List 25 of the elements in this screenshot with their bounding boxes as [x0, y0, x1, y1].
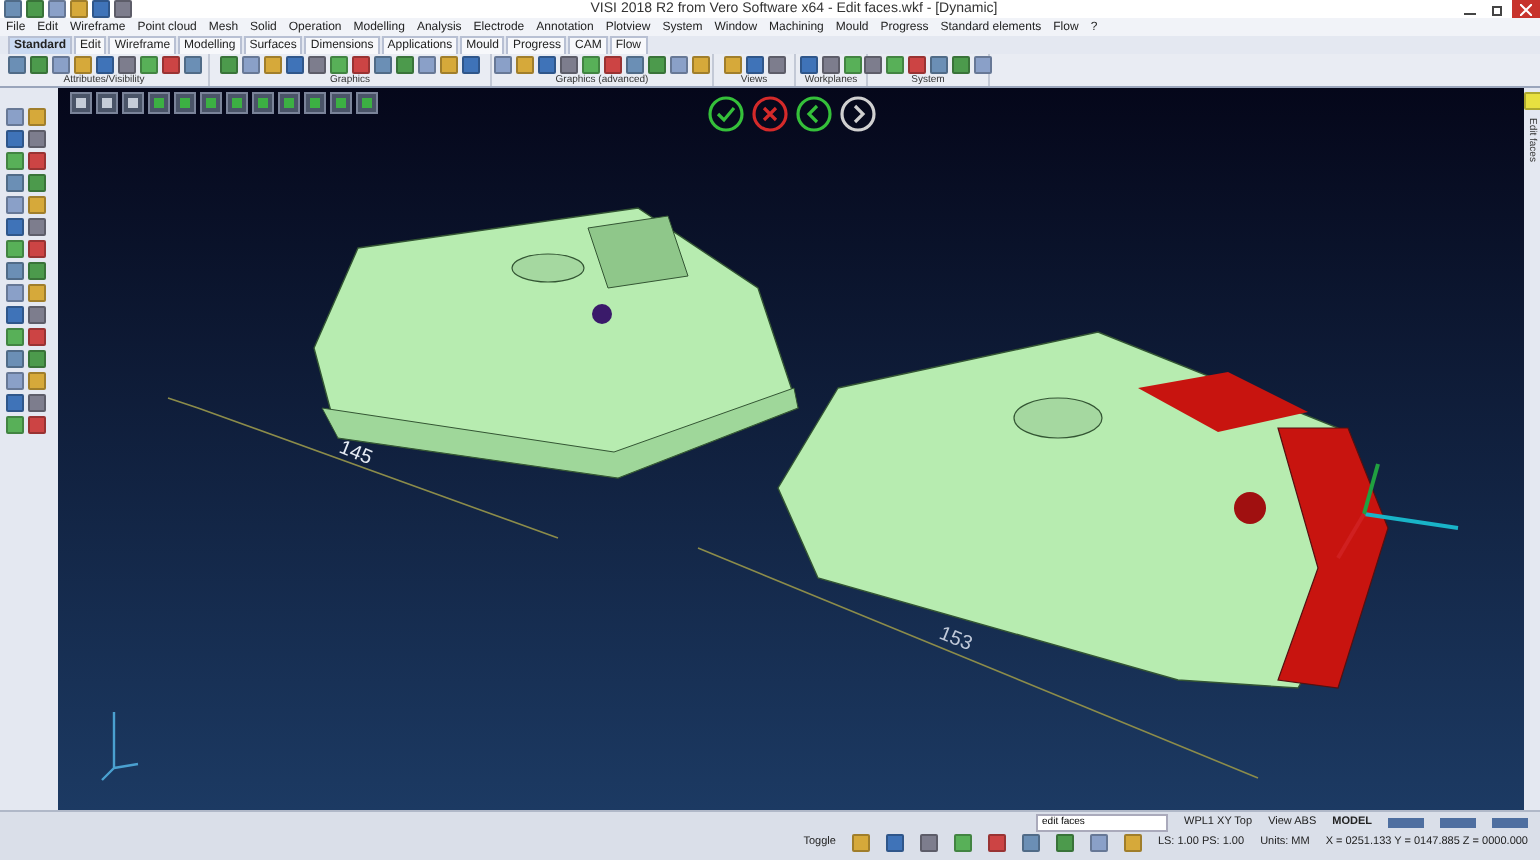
forward-icon[interactable] [840, 96, 876, 132]
status-indicator [1492, 817, 1528, 827]
close-icon[interactable] [752, 96, 788, 132]
dimension-label: 145 [335, 437, 375, 471]
status-indicator [1388, 817, 1424, 827]
view-tool-icon[interactable] [70, 92, 92, 114]
back-icon[interactable] [796, 96, 832, 132]
status-indicator [1440, 817, 1476, 827]
view-tool-icon[interactable] [356, 92, 378, 114]
view-tool-icon[interactable] [174, 92, 196, 114]
view-tool-icon[interactable] [278, 92, 300, 114]
dimension-label: 153 [935, 623, 975, 657]
view-tool-icon[interactable] [148, 92, 170, 114]
view-tool-icon[interactable] [122, 92, 144, 114]
close-icon[interactable] [1512, 0, 1540, 18]
view-tool-icon[interactable] [330, 92, 352, 114]
view-tool-icon[interactable] [252, 92, 274, 114]
view-tool-icon[interactable] [304, 92, 326, 114]
view-tool-icon[interactable] [200, 92, 222, 114]
axis-indicator-drawing [100, 710, 140, 782]
3d-viewport[interactable]: 145 153 [58, 88, 1524, 810]
confirm-icon[interactable] [708, 96, 744, 132]
axis-triad-drawing [1336, 463, 1459, 559]
view-tool-icon[interactable] [226, 92, 248, 114]
view-tool-icon[interactable] [96, 92, 118, 114]
